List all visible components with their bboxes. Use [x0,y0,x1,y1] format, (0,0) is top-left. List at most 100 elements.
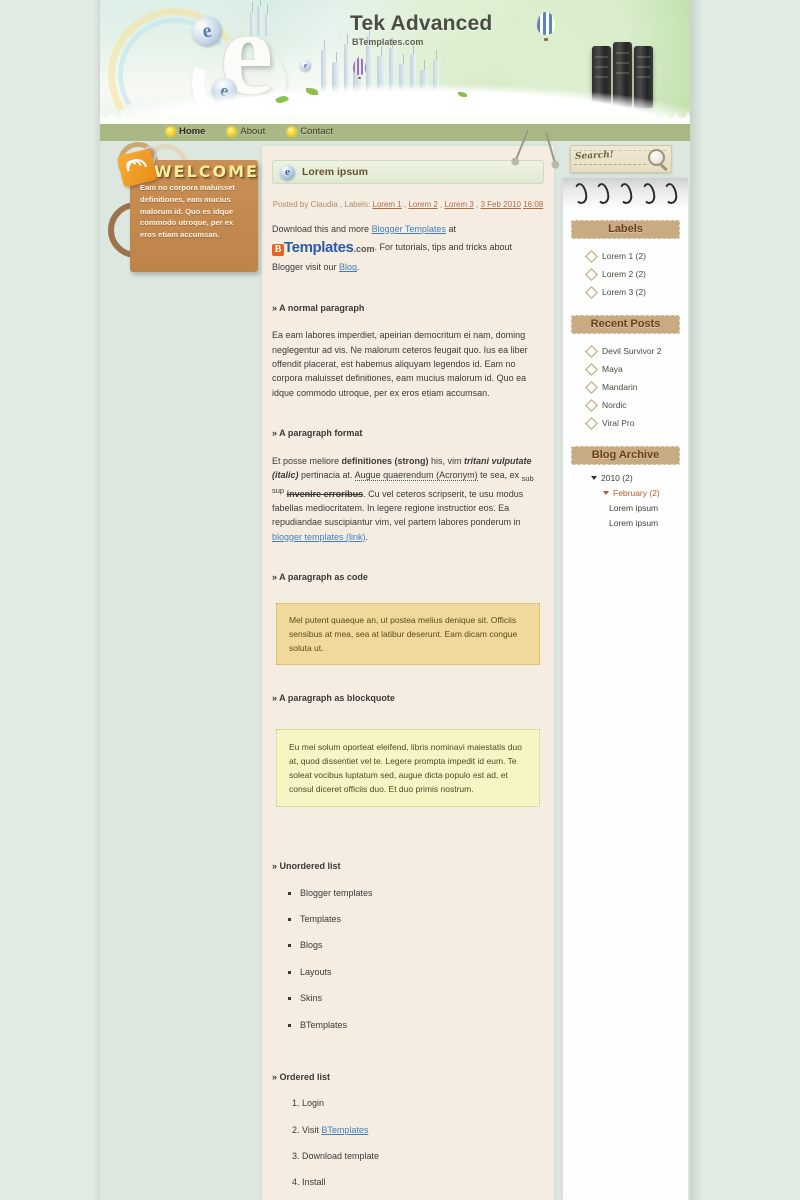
recent-posts-list: Devil Survivor 2 Maya Mandarin Nordic Vi… [563,342,688,432]
list-item[interactable]: Nordic [563,396,688,414]
diamond-bullet-icon [585,267,598,281]
e-chip-icon: e [300,60,311,71]
posted-by-prefix: Posted by [272,200,309,209]
post-body-lists-section: » Unordered list Blogger templates Templ… [262,859,554,1200]
normal-paragraph: Ea eam labores imperdiet, apeirian democ… [272,330,528,398]
list-item[interactable]: Devil Survivor 2 [563,342,688,360]
fmt-a: Et posse meliore [272,455,342,466]
diamond-bullet-icon [585,398,598,412]
post-time-link[interactable]: 16:08 [523,200,543,209]
recent-post-text: Maya [602,364,623,374]
list-item[interactable]: Maya [563,360,688,378]
label-text: Lorem 2 (2) [602,269,646,279]
labels-prefix: Labels: [344,200,371,209]
nav-label-contact: Contact [300,125,333,137]
nav-label-home: Home [179,125,206,137]
site-header-banner: e e e e e [100,0,690,118]
archive-month: February (2) [613,488,660,498]
labels-list: Lorem 1 (2) Lorem 2 (2) Lorem 3 (2) [563,247,688,301]
post-title: Lorem ipsum [302,166,368,178]
nav-label-about: About [240,125,266,137]
skyline-tower [250,2,254,36]
diamond-bullet-icon [585,362,598,376]
archive-month-row[interactable]: February (2) [563,488,688,498]
section-heading-blockquote: » A paragraph as blockquote [272,692,395,703]
fmt-strong: definitiones (strong) [341,455,429,466]
chevron-down-icon[interactable] [603,491,609,495]
fmt-b: his, vim [428,455,465,466]
btemplates-b-mark: B [272,244,284,257]
label-text: Lorem 3 (2) [602,287,646,297]
section-heading-code: » A paragraph as code [272,572,368,583]
btemplates-list-link[interactable]: BTemplates [321,1125,368,1135]
search-label: Search! [574,149,615,163]
fmt-g: . [365,531,369,542]
post-header: e Lorem ipsum [272,160,544,184]
formatted-paragraph: Et posse meliore definitiones (strong) h… [272,454,544,545]
hot-air-balloon-icon [353,58,366,80]
recent-post-text: Devil Survivor 2 [602,346,662,356]
intro-part-1: Download this and more [272,224,372,234]
main-navigation[interactable]: Home About Contact [166,122,333,140]
chevron-down-icon[interactable] [591,476,597,480]
spiral-ring-icon [572,181,589,205]
list-item: Blogger templates [300,886,544,900]
fmt-strikethrough: invenire erroribus [286,488,364,499]
main-content-column: e Lorem ipsum Posted by Claudia , Labels… [262,146,554,1200]
intro-part-4: . [357,262,360,273]
blogger-templates-inline-link[interactable]: blogger templates (link) [272,532,366,542]
recent-post-text: Mandarin [602,382,638,392]
list-item[interactable]: Lorem 3 (2) [563,283,688,301]
unordered-list: Blogger templates Templates Blogs Layout… [286,886,544,1032]
list-item[interactable]: Viral Pro [563,414,688,432]
recent-post-text: Nordic [602,400,627,410]
section-heading-normal-paragraph: » A normal paragraph [272,302,365,313]
btemplates-logo: B Templates .com [272,236,375,260]
site-title: Tek Advanced [350,12,493,35]
nav-item-about[interactable]: About [227,126,265,137]
archive-year: 2010 (2) [601,473,633,483]
list-item[interactable]: Lorem 2 (2) [563,265,688,283]
post-date-link[interactable]: 3 Feb 2010 [481,200,521,209]
hot-air-balloon-icon [537,12,555,42]
list-item[interactable]: Lorem 1 (2) [563,247,688,265]
list-item: Templates [300,912,544,926]
fmt-superscript: sup [272,485,285,495]
post-label-link[interactable]: Lorem 1 [372,200,401,209]
sun-icon [227,126,237,136]
spiral-ring-icon [617,181,634,205]
blog-link[interactable]: Blog [339,262,357,272]
search-box[interactable]: Search! [570,145,672,173]
diamond-bullet-icon [585,380,598,394]
post-meta: Posted by Claudia , Labels: Lorem 1 , Lo… [272,200,544,209]
search-input-rule[interactable] [574,164,646,165]
post-label-link[interactable]: Lorem 2 [408,200,437,209]
label-text: Lorem 1 (2) [602,251,646,261]
nav-item-contact[interactable]: Contact [287,126,333,137]
archive-year-row[interactable]: 2010 (2) [563,473,688,483]
archive-post-row[interactable]: Lorem ipsum [563,503,688,513]
post-author: Claudia [310,200,338,209]
fmt-subscript: sub [521,473,534,483]
skyline-tower [265,4,269,36]
list-item[interactable]: Mandarin [563,378,688,396]
labels-widget-title: Labels [571,220,680,239]
site-subtitle: BTemplates.com [352,37,424,47]
btemplates-wordmark: Templates [284,239,354,257]
list-item-text: Visit [302,1124,322,1135]
post-intro-paragraph: Download this and more Blogger Templates… [272,222,544,275]
blog-archive-widget-title: Blog Archive [571,446,680,465]
welcome-title: WELCOME [154,162,259,181]
blogger-templates-link[interactable]: Blogger Templates [372,224,446,234]
archive-post-row[interactable]: Lorem ipsum [563,518,688,528]
fmt-d: te sea, ex [477,469,522,480]
skyline-tower [257,0,262,36]
list-item: Login [302,1096,544,1110]
magnifier-icon[interactable] [648,149,665,166]
nav-item-home[interactable]: Home [166,126,205,137]
post-label-link[interactable]: Lorem 3 [444,200,473,209]
blockquote-block: Eu mei solum oporteat eleifend, libris n… [276,729,540,808]
welcome-text: Eam no corpora maluisset definitiones, e… [140,183,235,240]
sun-icon [287,126,297,136]
spiral-ring-icon [640,181,656,205]
